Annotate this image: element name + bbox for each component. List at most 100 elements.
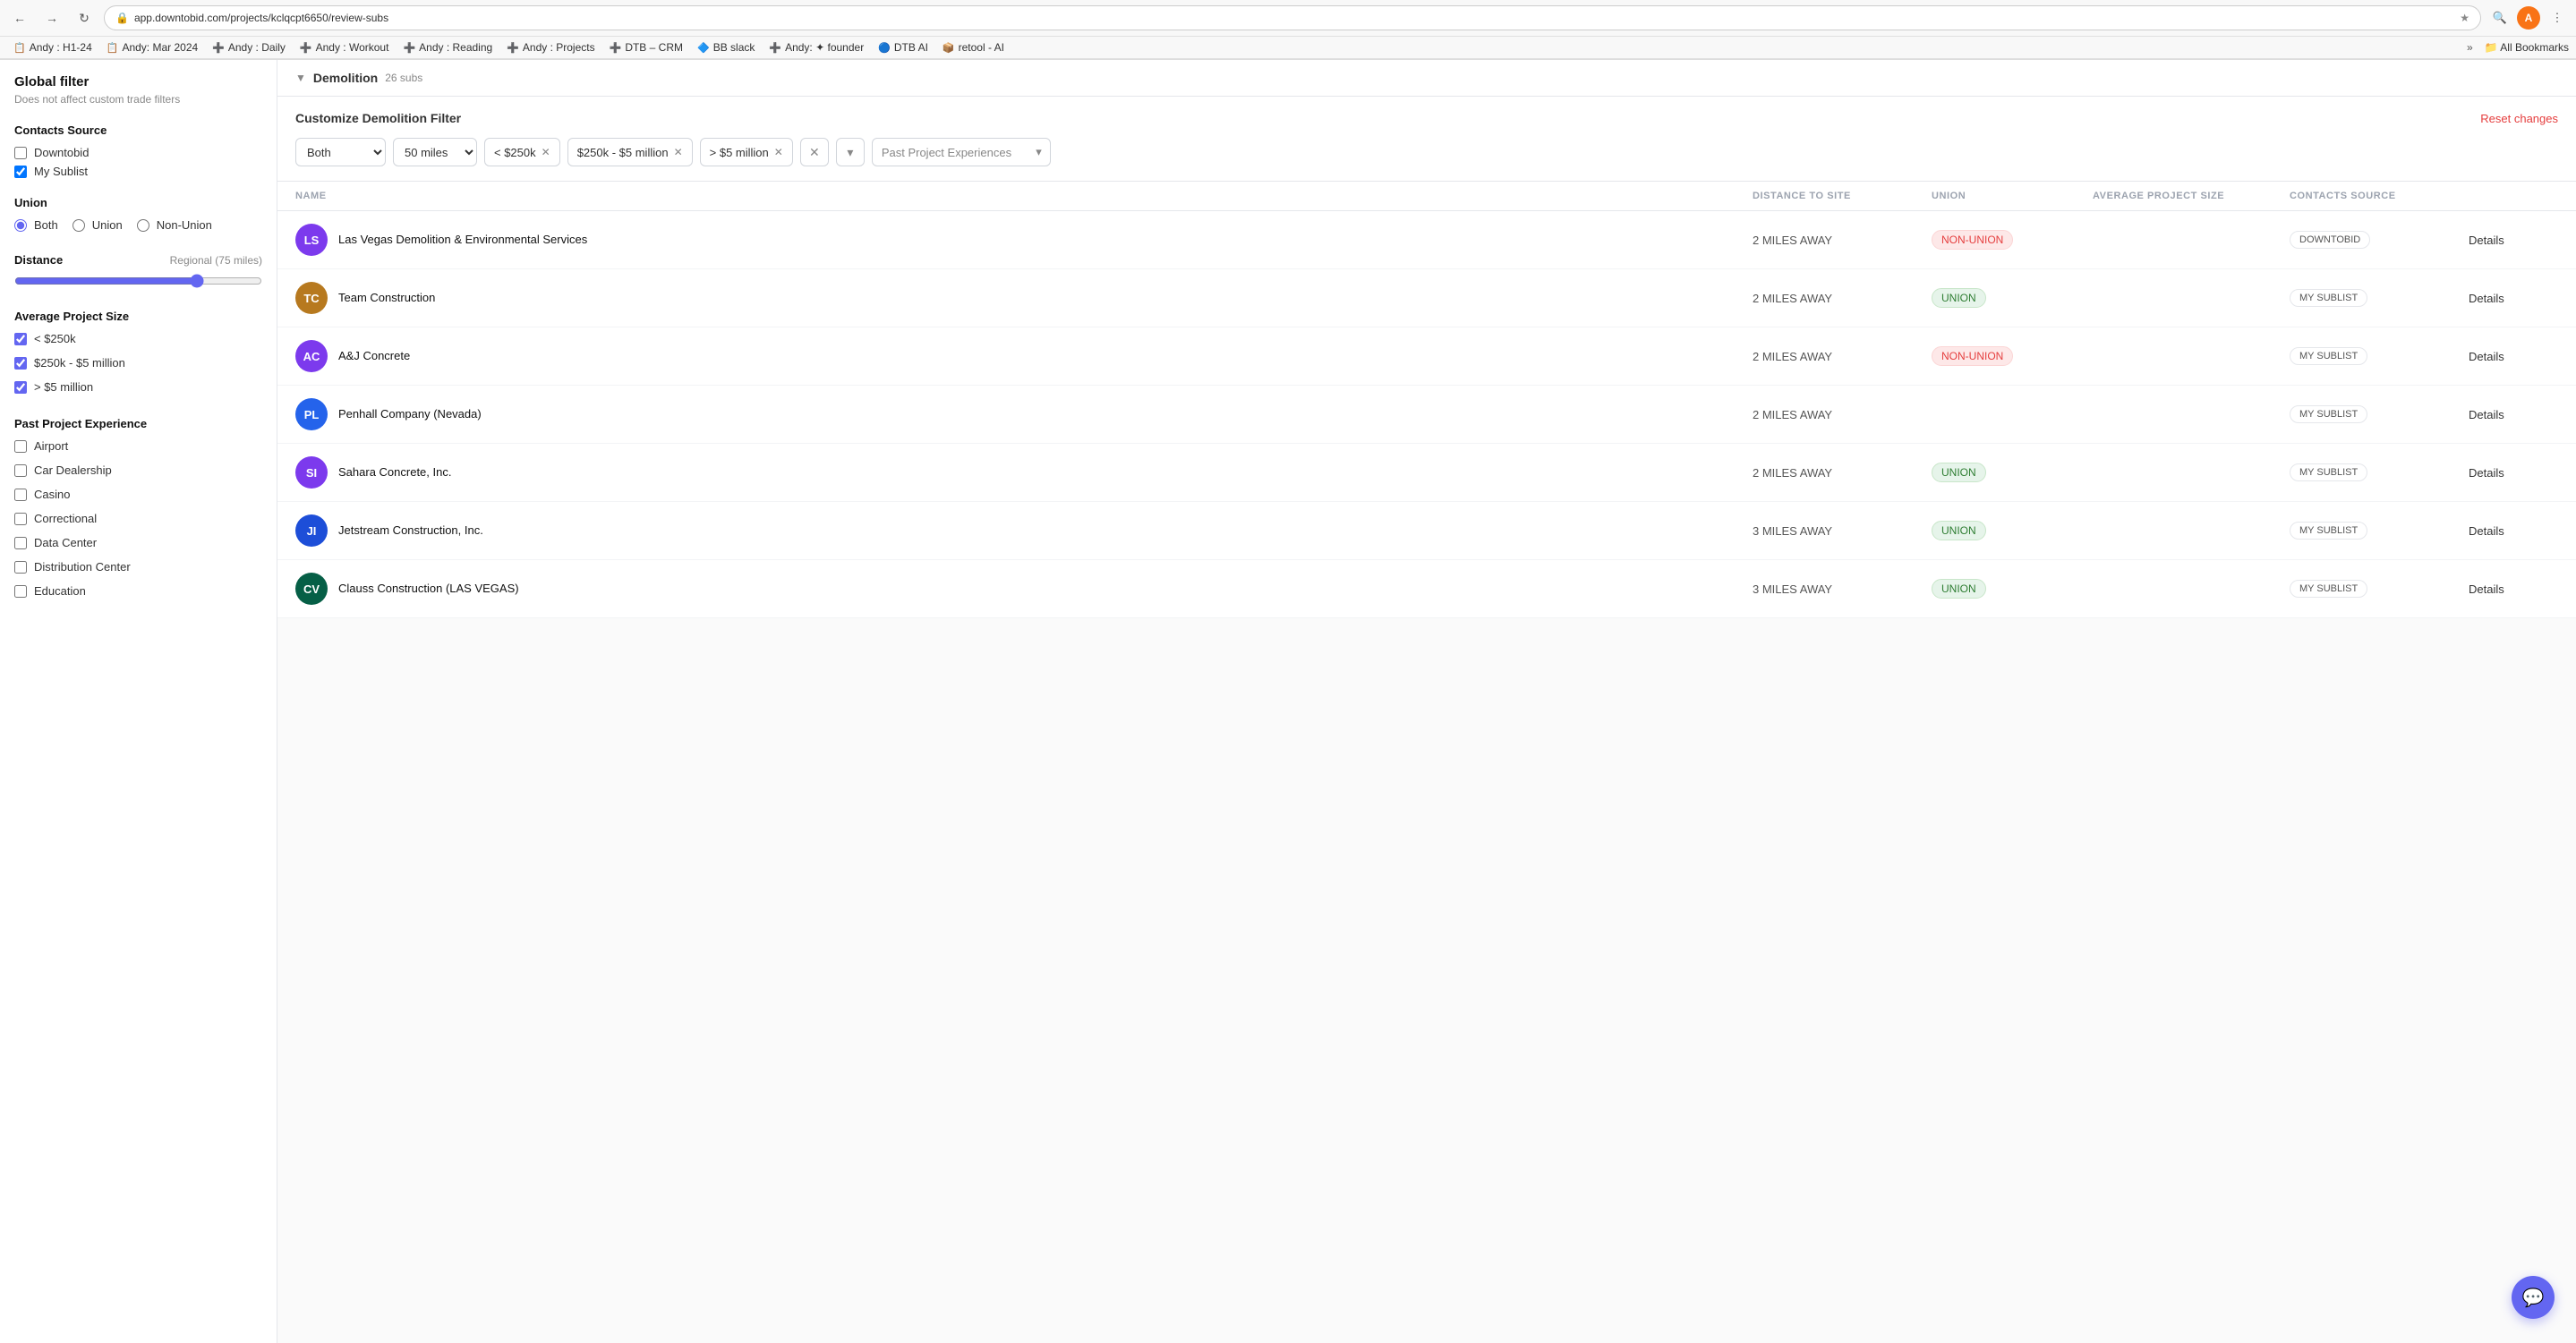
both-radio[interactable] [14, 219, 27, 232]
car-dealership-checkbox[interactable] [14, 464, 27, 477]
distance-cell: 3 MILES AWAY [1753, 524, 1932, 538]
demolition-header[interactable]: ▼ Demolition 26 subs [277, 60, 2576, 97]
bookmark-label: Andy: Mar 2024 [122, 41, 198, 54]
union-cell: UNION [1932, 521, 2093, 540]
bookmark-workout[interactable]: ➕ Andy : Workout [294, 39, 396, 55]
downtobid-checkbox[interactable] [14, 147, 27, 159]
details-link[interactable]: Details [2469, 292, 2504, 305]
demolition-title: Demolition [313, 71, 378, 85]
company-name: A&J Concrete [338, 348, 410, 364]
correctional-label: Correctional [34, 512, 97, 525]
bookmark-dtb-crm[interactable]: ➕ DTB – CRM [603, 39, 689, 55]
bookmark-daily[interactable]: ➕ Andy : Daily [206, 39, 292, 55]
distance-cell: 2 MILES AWAY [1753, 466, 1932, 480]
distance-cell: 2 MILES AWAY [1753, 234, 1932, 247]
lt250k-checkbox[interactable] [14, 333, 27, 345]
distance-slider[interactable] [14, 274, 262, 288]
details-link[interactable]: Details [2469, 234, 2504, 247]
bookmark-h124[interactable]: 📋 Andy : H1-24 [7, 39, 98, 55]
details-link[interactable]: Details [2469, 466, 2504, 480]
more-filter-button[interactable]: ▾ [836, 138, 865, 166]
source-badge: MY SUBLIST [2290, 289, 2367, 307]
bookmark-icon: 🔷 [697, 42, 710, 54]
reset-changes-link[interactable]: Reset changes [2480, 112, 2558, 125]
bookmark-icon: ➕ [300, 42, 312, 54]
past-project-label: Past Project Experience [14, 417, 262, 430]
distance-label: Distance [14, 253, 63, 267]
extensions-button[interactable]: 🔍 [2488, 6, 2512, 30]
250k5m-checkbox[interactable] [14, 357, 27, 370]
gt5m-chip-label: > $5 million [710, 146, 769, 159]
distance-cell: 2 MILES AWAY [1753, 350, 1932, 363]
source-cell: MY SUBLIST [2290, 580, 2469, 598]
menu-button[interactable]: ⋮ [2546, 6, 2569, 30]
browser-icons: 🔍 A ⋮ [2488, 6, 2569, 30]
bookmark-reading[interactable]: ➕ Andy : Reading [397, 39, 499, 55]
250k5m-chip-label: $250k - $5 million [577, 146, 669, 159]
profile-button[interactable]: A [2517, 6, 2540, 30]
distribution-center-label: Distribution Center [34, 560, 131, 574]
company-avatar: TC [295, 282, 328, 314]
demolition-chevron-icon: ▼ [295, 72, 306, 84]
bookmark-bb-slack[interactable]: 🔷 BB slack [691, 39, 761, 55]
bookmark-icon: ➕ [507, 42, 519, 54]
back-button[interactable]: ← [7, 5, 32, 30]
airport-checkbox[interactable] [14, 440, 27, 453]
header-source: CONTACTS SOURCE [2290, 191, 2469, 201]
250k5m-chip[interactable]: $250k - $5 million ✕ [567, 138, 693, 166]
bookmark-dtb-ai[interactable]: 🔵 DTB AI [872, 39, 934, 55]
non-union-radio[interactable] [137, 219, 149, 232]
correctional-checkbox[interactable] [14, 513, 27, 525]
avg-project-size-section: Average Project Size < $250k $250k - $5 … [14, 310, 262, 399]
union-filter-select[interactable]: Both Union Non-Union [295, 138, 386, 166]
refresh-button[interactable]: ↻ [72, 5, 97, 30]
gt5m-chip-close[interactable]: ✕ [774, 146, 783, 158]
table-row: TC Team Construction 2 MILES AWAY UNION … [277, 269, 2576, 327]
company-cell: CV Clauss Construction (LAS VEGAS) [295, 573, 1753, 605]
details-link[interactable]: Details [2469, 350, 2504, 363]
source-cell: MY SUBLIST [2290, 289, 2469, 307]
company-avatar: AC [295, 340, 328, 372]
casino-checkbox-row: Casino [14, 488, 262, 501]
bookmark-mar2024[interactable]: 📋 Andy: Mar 2024 [100, 39, 204, 55]
250k5m-chip-close[interactable]: ✕ [674, 146, 683, 158]
lt250k-chip-close[interactable]: ✕ [542, 146, 550, 158]
address-bar[interactable]: 🔒 app.downtobid.com/projects/kclqcpt6650… [104, 5, 2481, 30]
union-badge: NON-UNION [1932, 230, 2013, 250]
forward-button[interactable]: → [39, 5, 64, 30]
company-avatar: PL [295, 398, 328, 430]
bookmark-label: DTB AI [894, 41, 928, 54]
bookmark-icon: 📋 [13, 42, 26, 54]
distribution-center-checkbox[interactable] [14, 561, 27, 574]
browser-toolbar: ← → ↻ 🔒 app.downtobid.com/projects/kclqc… [0, 0, 2576, 37]
filter-panel-header: Customize Demolition Filter Reset change… [295, 111, 2558, 125]
bookmark-projects[interactable]: ➕ Andy : Projects [500, 39, 601, 55]
all-bookmarks-button[interactable]: 📁 All Bookmarks [2485, 41, 2569, 54]
lt250k-chip[interactable]: < $250k ✕ [484, 138, 560, 166]
data-center-checkbox[interactable] [14, 537, 27, 549]
education-checkbox[interactable] [14, 585, 27, 598]
union-cell: NON-UNION [1932, 230, 2093, 250]
table-container: NAME DISTANCE TO SITE UNION AVERAGE PROJ… [277, 182, 2576, 618]
bookmark-founder[interactable]: ➕ Andy: ✦ founder [763, 39, 870, 55]
clear-filter-button[interactable]: ✕ [800, 138, 829, 166]
details-link[interactable]: Details [2469, 408, 2504, 421]
details-cell: Details [2469, 234, 2558, 247]
casino-checkbox[interactable] [14, 489, 27, 501]
distance-filter-select[interactable]: 10 miles 25 miles 50 miles 75 miles 100 … [393, 138, 477, 166]
global-filter-subtitle: Does not affect custom trade filters [14, 93, 262, 106]
mysublist-checkbox[interactable] [14, 166, 27, 178]
gt5m-chip[interactable]: > $5 million ✕ [700, 138, 793, 166]
company-name: Las Vegas Demolition & Environmental Ser… [338, 232, 587, 248]
union-radio[interactable] [73, 219, 85, 232]
bookmark-icon: 📋 [107, 42, 119, 54]
past-project-select[interactable]: Past Project Experiences Airport Casino … [872, 138, 1051, 166]
non-union-radio-row: Non-Union [137, 218, 212, 232]
gt5m-checkbox[interactable] [14, 381, 27, 394]
details-link[interactable]: Details [2469, 582, 2504, 596]
details-link[interactable]: Details [2469, 524, 2504, 538]
company-cell: TC Team Construction [295, 282, 1753, 314]
bookmark-retool-ai[interactable]: 📦 retool - AI [936, 39, 1011, 55]
chat-bubble-button[interactable]: 💬 [2512, 1276, 2555, 1319]
bookmarks-more-button[interactable]: » [2461, 39, 2479, 55]
